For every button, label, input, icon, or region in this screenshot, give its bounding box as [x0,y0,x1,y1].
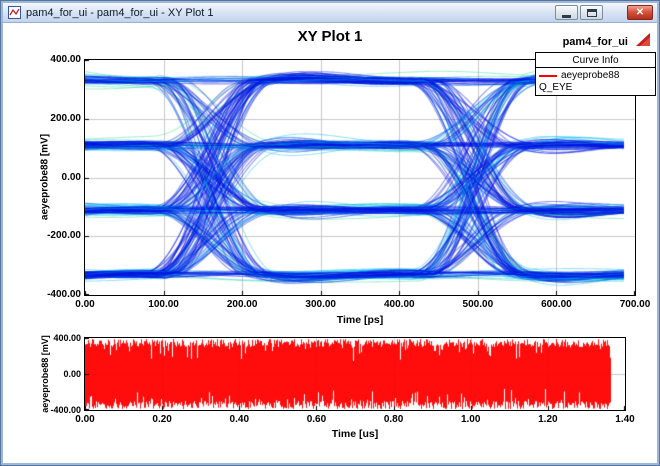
y-tick-label: 0.00 [61,171,81,183]
x-tick-label: 1.40 [615,414,635,425]
close-button[interactable]: ✕ [627,5,653,20]
close-icon: ✕ [635,6,645,18]
x-tick-label: 0.40 [229,414,250,425]
y-tick-label: 400.00 [53,333,81,343]
window-titlebar[interactable]: pam4_for_ui - pam4_for_ui - XY Plot 1 ✕ [3,3,657,23]
x-tick-label: 0.00 [75,414,95,425]
legend-entry[interactable]: aeyeprobe88 [536,68,655,82]
x-tick-label: 200.00 [226,299,258,310]
x-tick-label: 0.80 [383,414,404,425]
window-icon [8,6,21,19]
titlebar-spacer [605,5,625,20]
x-tick-label: 1.20 [538,414,558,425]
design-name-label: pam4_for_ui [562,36,628,48]
x-tick-label: 0.20 [152,414,172,425]
legend-box[interactable]: Curve Info aeyeprobe88 Q_EYE [535,52,656,96]
minimize-button[interactable] [555,5,578,20]
y-tick-label: 200.00 [50,112,81,124]
main-x-axis-label: Time [ps] [336,314,384,326]
x-tick-label: 100.00 [148,299,179,310]
curve-quantity: Q_EYE [539,82,573,93]
x-tick-label: 500.00 [462,299,494,310]
xy-plot-window: pam4_for_ui - pam4_for_ui - XY Plot 1 ✕ … [0,0,660,466]
y-tick-label: 0.00 [63,369,81,379]
wave-plot-canvas[interactable] [84,337,626,411]
x-tick-label: 700.00 [619,299,651,310]
curve-color-sample [539,74,557,77]
window-title: pam4_for_ui - pam4_for_ui - XY Plot 1 [26,6,214,19]
window-buttons: ✕ [555,5,653,20]
ansys-logo-icon [634,30,652,48]
legend-header: Curve Info [536,53,655,68]
y-tick-label: 400.00 [50,54,81,65]
y-tick-label: -200.00 [47,230,81,242]
maximize-button[interactable] [580,5,603,20]
y-tick-label: -400.00 [47,289,81,300]
maximize-icon [586,8,597,17]
x-tick-label: 400.00 [383,299,415,310]
y-tick-label: -400.00 [50,405,81,415]
x-tick-label: 300.00 [305,299,336,310]
x-tick-label: 600.00 [541,299,572,310]
bottom-x-axis-label: Time [us] [331,428,379,440]
curve-name: aeyeprobe88 [561,70,620,81]
plot-title: XY Plot 1 [297,28,363,45]
x-tick-label: 0.60 [306,414,327,425]
minimize-icon [562,14,571,18]
x-tick-label: 1.00 [460,414,481,425]
